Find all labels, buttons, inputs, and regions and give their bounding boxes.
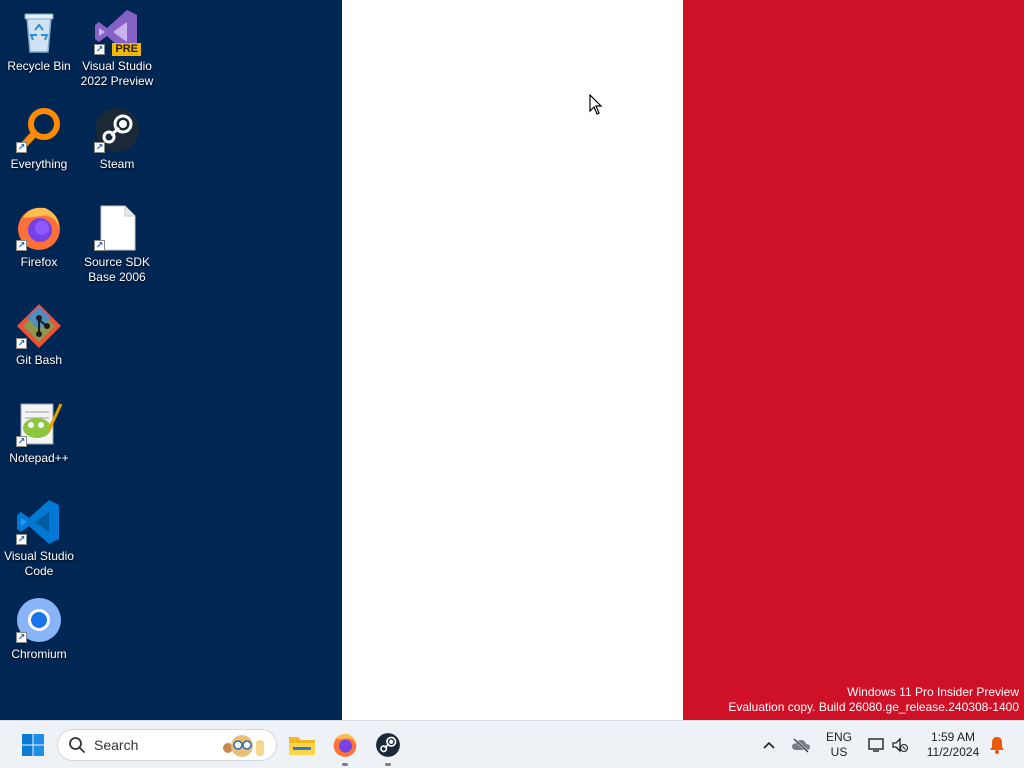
show-hidden-icons-button[interactable] — [757, 721, 781, 768]
search-icon — [69, 737, 85, 753]
desktop-icon-label: Notepad++ — [9, 451, 69, 465]
shortcut-arrow-icon: ↗ — [94, 44, 105, 55]
shortcut-arrow-icon: ↗ — [16, 240, 27, 251]
clock-date: 11/2/2024 — [926, 745, 980, 759]
desktop-icon-label: Recycle Bin — [7, 59, 71, 73]
wallpaper-red-band — [683, 0, 1024, 720]
blank-file-icon: ↗ — [93, 204, 141, 252]
language-code: ENG — [825, 730, 852, 744]
notepad-plus-plus-icon: ↗ — [15, 400, 63, 448]
taskbar-steam[interactable] — [368, 721, 408, 768]
search-label: Search — [94, 737, 139, 753]
desktop-icon-recycle-bin[interactable]: Recycle Bin — [0, 8, 78, 74]
taskbar-file-explorer[interactable] — [282, 721, 322, 768]
shortcut-arrow-icon: ↗ — [16, 142, 27, 153]
desktop-icon-label: Git Bash — [15, 353, 63, 367]
shortcut-arrow-icon: ↗ — [16, 338, 27, 349]
git-bash-icon: ↗ — [15, 302, 63, 350]
volume-muted-icon — [892, 737, 908, 753]
desktop-icon-notepad-plus-plus[interactable]: ↗ Notepad++ — [0, 400, 78, 466]
running-indicator — [385, 763, 391, 766]
clock-time: 1:59 AM — [930, 730, 976, 744]
desktop-icon-label: Source SDK — [83, 255, 151, 269]
network-icon — [868, 738, 884, 752]
shortcut-arrow-icon: ↗ — [16, 632, 27, 643]
taskbar-search-box[interactable]: Search — [57, 729, 277, 761]
desktop-icon-label: Firefox — [20, 255, 58, 269]
shortcut-arrow-icon: ↗ — [94, 142, 105, 153]
desktop-icon-label: Visual Studio — [82, 59, 152, 73]
desktop-icon-steam[interactable]: ↗ Steam — [78, 106, 156, 172]
visual-studio-preview-icon: PRE ↗ — [93, 8, 141, 56]
vscode-icon: ↗ — [15, 498, 63, 546]
desktop-icon-chromium[interactable]: ↗ Chromium — [0, 596, 78, 662]
taskbar: Search ENG US 1:59 AM 11/2/2024 — [0, 720, 1024, 768]
notifications-button[interactable] — [986, 721, 1008, 768]
chromium-icon: ↗ — [15, 596, 63, 644]
notification-bell-icon — [990, 737, 1004, 754]
firefox-icon: ↗ — [15, 204, 63, 252]
watermark-build: Evaluation copy. Build 26080.ge_release.… — [728, 700, 1019, 714]
desktop-icon-label: Base 2006 — [88, 270, 146, 284]
file-explorer-icon — [289, 737, 315, 755]
start-button[interactable] — [14, 721, 52, 768]
quick-settings-button[interactable] — [864, 721, 912, 768]
recycle-bin-icon — [15, 8, 63, 56]
shortcut-arrow-icon: ↗ — [16, 436, 27, 447]
taskbar-firefox[interactable] — [325, 721, 365, 768]
chevron-up-icon — [763, 741, 775, 749]
cloud-offline-icon — [792, 738, 810, 753]
keyboard-layout: US — [830, 745, 848, 759]
desktop-icon-vscode[interactable]: ↗ Visual Studio Code — [0, 498, 78, 579]
clock-button[interactable]: 1:59 AM 11/2/2024 — [918, 721, 988, 768]
windows-logo-icon — [22, 734, 44, 756]
input-language-button[interactable]: ENG US — [820, 721, 858, 768]
desktop-icon-visual-studio-preview[interactable]: PRE ↗ Visual Studio 2022 Preview — [78, 8, 156, 89]
preview-badge: PRE — [112, 43, 141, 56]
running-indicator — [342, 763, 348, 766]
desktop-icon-git-bash[interactable]: ↗ Git Bash — [0, 302, 78, 368]
desktop-icon-label: Steam — [99, 157, 135, 171]
search-highlight-illustration-icon — [223, 735, 264, 757]
desktop-icon-everything[interactable]: ↗ Everything — [0, 106, 78, 172]
steam-icon: ↗ — [93, 106, 141, 154]
mouse-cursor-icon — [589, 93, 603, 121]
desktop-icon-label: Chromium — [11, 647, 67, 661]
desktop-icon-source-sdk[interactable]: ↗ Source SDK Base 2006 — [78, 204, 156, 285]
firefox-icon — [333, 734, 357, 757]
shortcut-arrow-icon: ↗ — [94, 240, 105, 251]
everything-search-icon: ↗ — [15, 106, 63, 154]
desktop-icon-label: Code — [24, 564, 54, 578]
desktop-icon-label: Everything — [10, 157, 68, 171]
desktop-icon-firefox[interactable]: ↗ Firefox — [0, 204, 78, 270]
evaluation-watermark: Windows 11 Pro Insider Preview Evaluatio… — [728, 685, 1019, 715]
wallpaper-white-band — [342, 0, 683, 720]
desktop-icon-label: Visual Studio — [4, 549, 74, 563]
watermark-edition: Windows 11 Pro Insider Preview — [847, 685, 1019, 699]
onedrive-button[interactable] — [787, 721, 815, 768]
shortcut-arrow-icon: ↗ — [16, 534, 27, 545]
steam-icon — [376, 733, 400, 757]
desktop-icon-label: 2022 Preview — [80, 74, 154, 88]
